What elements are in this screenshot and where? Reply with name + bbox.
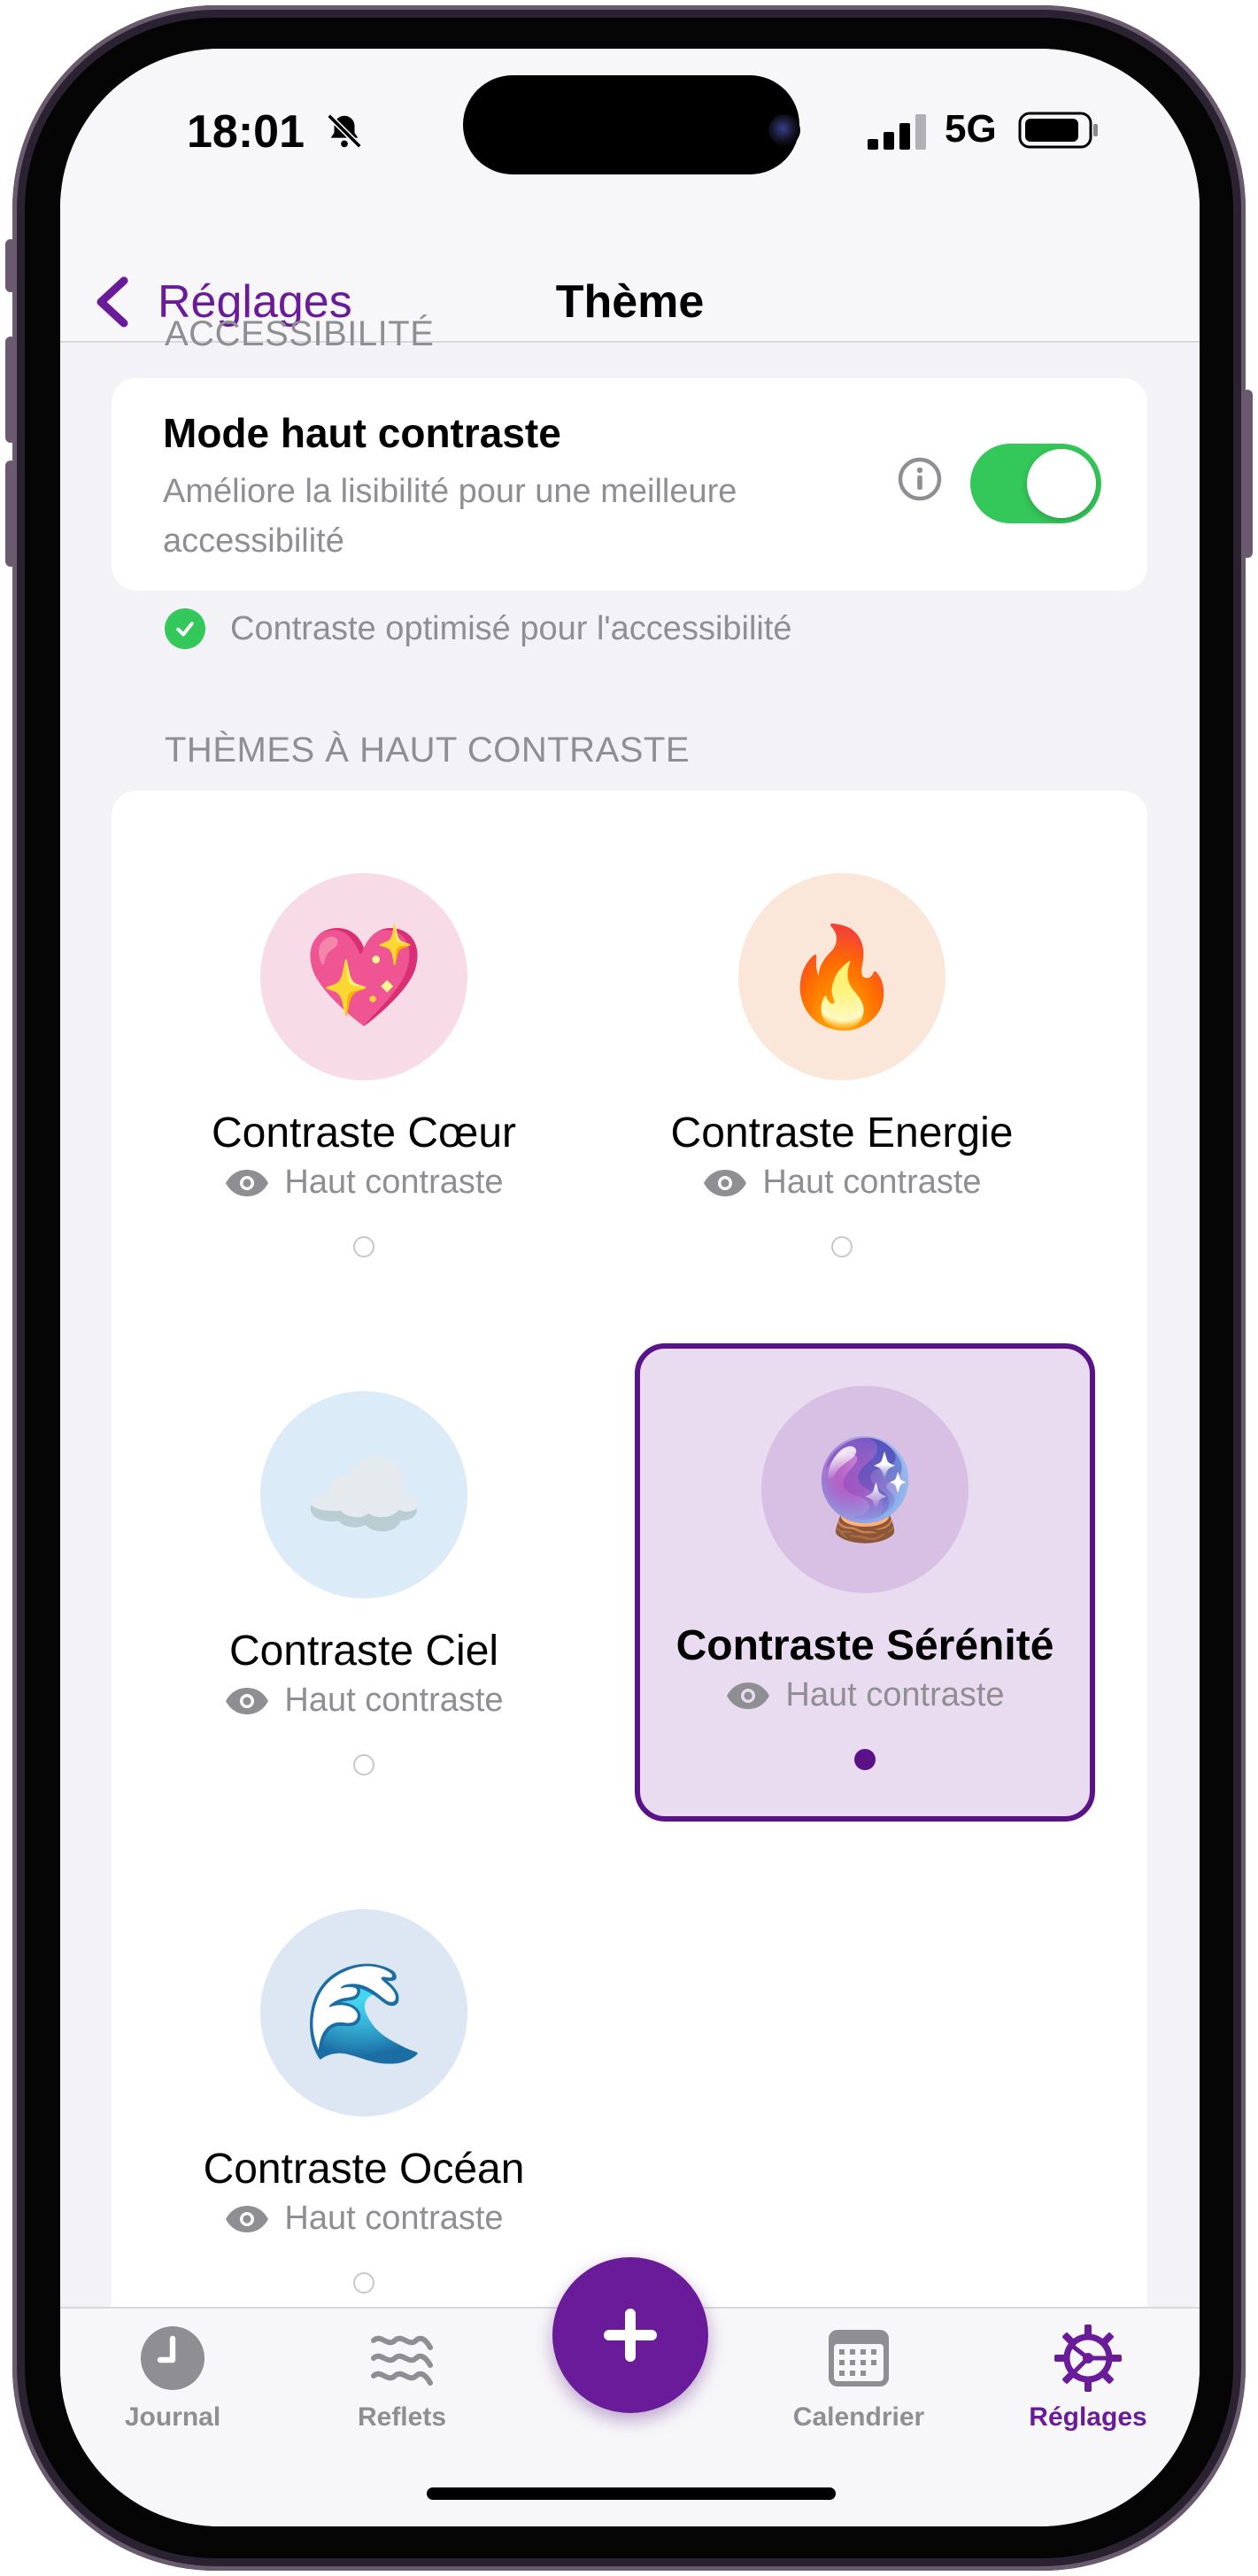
tab-label: Réglages <box>1029 2402 1147 2432</box>
info-icon[interactable] <box>897 456 943 502</box>
tab-reflets[interactable]: Reflets <box>322 2323 482 2433</box>
theme-emoji-circle: ☁️ <box>260 1391 467 1598</box>
add-entry-button[interactable] <box>552 2257 708 2413</box>
network-type: 5G <box>945 107 997 151</box>
theme-tile-ciel[interactable]: ☁️ Contraste Ciel Haut contraste <box>134 1349 594 1827</box>
tab-label: Calendrier <box>792 2402 925 2432</box>
theme-tile-serenite[interactable]: 🔮 Contraste Sérénité Haut contraste <box>635 1343 1095 1822</box>
theme-name: Contraste Océan <box>203 2146 525 2193</box>
tab-calendrier[interactable]: Calendrier <box>779 2323 938 2433</box>
theme-tile-energie[interactable]: 🔥 Contraste Energie Haut contraste <box>612 831 1072 1309</box>
theme-subtitle: Haut contraste <box>612 1164 1072 1202</box>
status-bar: 18:01 5G <box>60 49 1200 261</box>
eye-icon <box>226 2205 269 2232</box>
theme-radio <box>353 1236 374 1257</box>
bell-slash-icon <box>327 113 362 149</box>
section-header-accessibility: ACCESSIBILITÉ <box>165 314 435 353</box>
theme-radio <box>831 1236 853 1257</box>
themes-card: 💖 Contraste Cœur Haut contraste 🔥 Contra… <box>112 791 1147 2385</box>
eye-icon <box>226 1169 269 1196</box>
accessibility-note-text: Contraste optimisé pour l'accessibilité <box>230 609 792 647</box>
side-button-volume-down <box>5 460 16 567</box>
theme-radio <box>353 2272 374 2294</box>
checkmark-circle-icon <box>165 608 205 649</box>
cellular-signal-icon <box>868 114 926 150</box>
high-contrast-title: Mode haut contraste <box>163 410 561 456</box>
theme-name: Contraste Sérénité <box>675 1622 1054 1669</box>
high-contrast-description: Améliore la lisibilité pour une meilleur… <box>163 473 737 560</box>
high-contrast-card: Mode haut contraste Améliore la lisibili… <box>112 378 1147 591</box>
theme-radio <box>353 1754 374 1775</box>
home-indicator <box>427 2487 836 2500</box>
tab-reglages[interactable]: Réglages <box>1008 2323 1168 2433</box>
tab-label: Reflets <box>357 2402 447 2432</box>
accessibility-note: Contraste optimisé pour l'accessibilité <box>165 608 792 649</box>
gear-icon <box>1054 2325 1122 2392</box>
eye-icon <box>727 1682 770 1709</box>
theme-name: Contraste Ciel <box>228 1628 499 1675</box>
tab-journal[interactable]: Journal <box>93 2323 252 2433</box>
screen: 18:01 5G Réglages Thème ACCESSIBILITÉ Mo… <box>60 49 1200 2526</box>
waves-icon <box>371 2335 433 2386</box>
status-time: 18:01 <box>187 106 305 158</box>
theme-name: Contraste Cœur <box>211 1110 517 1156</box>
theme-subtitle: Haut contraste <box>134 1164 594 1202</box>
high-contrast-toggle[interactable] <box>970 444 1101 523</box>
theme-emoji-circle: 💖 <box>260 873 467 1080</box>
theme-subtitle: Haut contraste <box>640 1676 1090 1714</box>
theme-emoji-circle: 🔥 <box>738 873 945 1080</box>
eye-icon <box>704 1169 747 1196</box>
side-button-silent <box>5 239 16 292</box>
section-header-themes: THÈMES À HAUT CONTRASTE <box>165 731 691 770</box>
eye-icon <box>226 1687 269 1714</box>
toggle-knob <box>1027 449 1096 518</box>
tab-label: Journal <box>124 2402 221 2432</box>
theme-subtitle: Haut contraste <box>134 1682 594 1720</box>
theme-emoji-circle: 🌊 <box>260 1909 467 2116</box>
theme-tile-ocean[interactable]: 🌊 Contraste Océan Haut contraste <box>134 1867 594 2345</box>
theme-emoji-circle: 🔮 <box>761 1386 969 1593</box>
plus-icon <box>604 2309 657 2362</box>
theme-subtitle: Haut contraste <box>134 2200 594 2238</box>
clock-icon <box>141 2326 205 2390</box>
camera-icon <box>768 114 800 146</box>
dynamic-island <box>463 75 799 174</box>
calendar-icon <box>829 2330 889 2386</box>
side-button-volume-up <box>5 337 16 443</box>
battery-icon <box>1018 112 1098 149</box>
theme-name: Contraste Energie <box>670 1110 1014 1156</box>
theme-tile-coeur[interactable]: 💖 Contraste Cœur Haut contraste <box>134 831 594 1309</box>
theme-radio-selected <box>854 1749 876 1770</box>
side-button-power <box>1242 390 1253 558</box>
